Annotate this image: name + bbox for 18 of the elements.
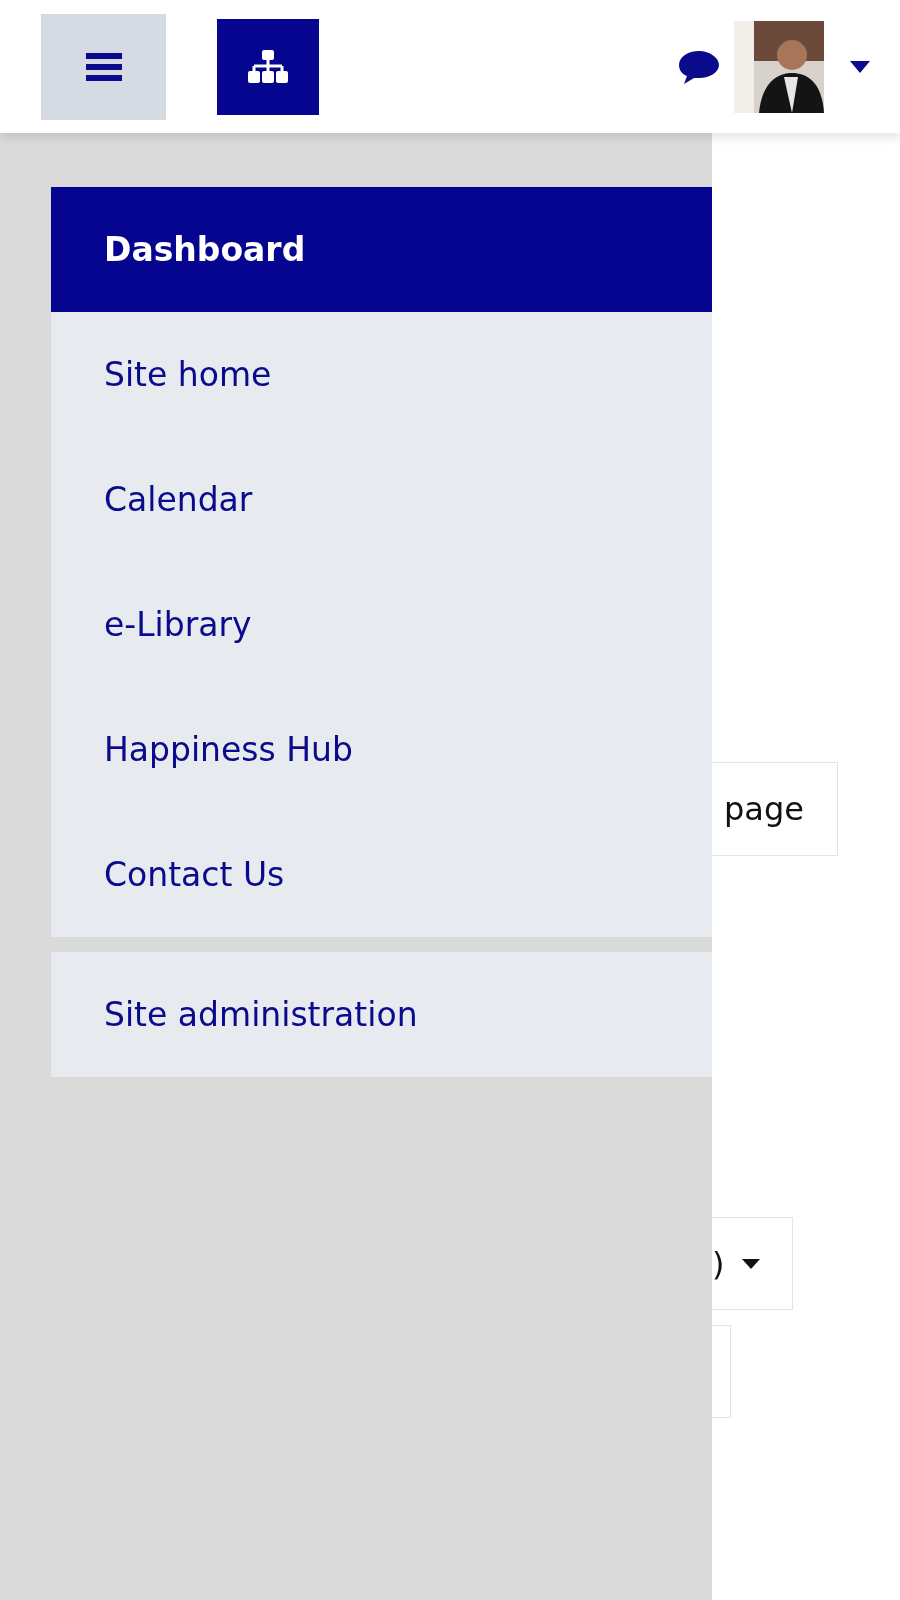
chat-icon[interactable] (678, 48, 720, 85)
sitemap-icon (248, 49, 288, 84)
caret-icon (742, 1258, 761, 1269)
nav-item[interactable]: Site administration (51, 952, 712, 1077)
nav-item[interactable]: Contact Us (51, 812, 712, 937)
dropdown-text: ) (712, 1244, 725, 1283)
nav-item[interactable]: Happiness Hub (51, 687, 712, 812)
nav-item[interactable]: Site home (51, 312, 712, 437)
menu-button[interactable] (41, 13, 166, 120)
nav-item[interactable]: Calendar (51, 437, 712, 562)
menu-icon (85, 51, 122, 82)
sitemap-button[interactable] (217, 18, 319, 115)
caret-icon[interactable] (850, 60, 870, 73)
page-button[interactable]: page (712, 762, 838, 856)
input-field[interactable] (712, 1325, 731, 1418)
nav-item[interactable]: e-Library (51, 562, 712, 687)
nav-item[interactable]: Dashboard (51, 187, 712, 312)
dropdown[interactable]: ) (712, 1217, 793, 1310)
